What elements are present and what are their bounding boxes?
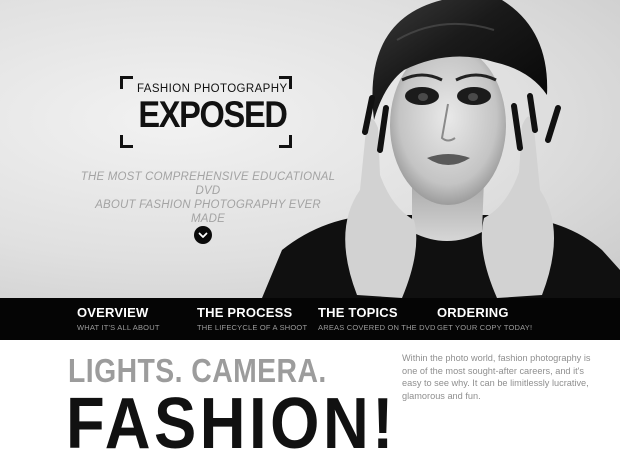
nav-item-title: THE PROCESS <box>197 305 293 320</box>
nav-item-the-topics[interactable]: THE TOPICS AREAS COVERED ON THE DVD <box>318 306 436 334</box>
nav-item-the-process[interactable]: THE PROCESS THE LIFECYCLE OF A SHOOT <box>197 306 307 334</box>
nav-item-title: THE TOPICS <box>318 305 398 320</box>
model-portrait <box>262 0 620 298</box>
nav-item-ordering[interactable]: ORDERING GET YOUR COPY TODAY! <box>437 306 532 334</box>
main-navigation: OVERVIEW WHAT IT'S ALL ABOUT THE PROCESS… <box>0 298 620 340</box>
logo-title: EXPOSED <box>138 94 288 135</box>
scroll-down-button[interactable] <box>194 226 212 244</box>
nav-item-subtitle: WHAT IT'S ALL ABOUT <box>77 323 160 332</box>
logo-bracket <box>120 135 133 148</box>
nav-item-subtitle: AREAS COVERED ON THE DVD <box>318 323 436 332</box>
section-big-title: FASHION! <box>66 384 397 464</box>
logo-bracket <box>120 76 133 89</box>
nav-item-subtitle: GET YOUR COPY TODAY! <box>437 323 533 332</box>
nav-item-overview[interactable]: OVERVIEW WHAT IT'S ALL ABOUT <box>77 306 160 334</box>
hero-banner: FASHION PHOTOGRAPHY EXPOSED THE MOST COM… <box>0 0 620 298</box>
chevron-down-icon <box>198 232 208 238</box>
nav-item-title: ORDERING <box>437 305 509 320</box>
nav-item-title: OVERVIEW <box>77 305 149 320</box>
intro-paragraph: Within the photo world, fashion photogra… <box>402 353 591 401</box>
nav-item-subtitle: THE LIFECYCLE OF A SHOOT <box>197 323 308 332</box>
